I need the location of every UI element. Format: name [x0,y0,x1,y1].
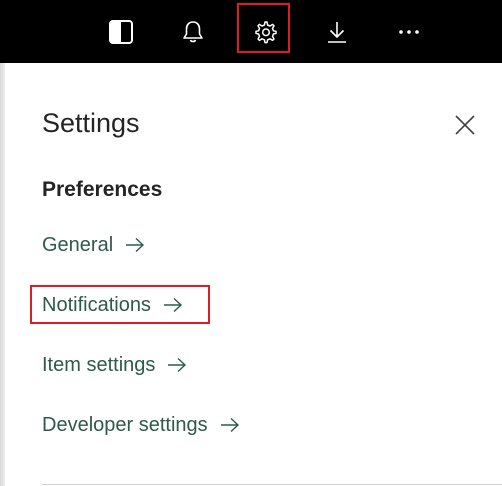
arrow-right-icon [163,297,183,313]
panel-toggle-icon[interactable] [94,0,148,63]
link-item-settings[interactable]: Item settings [42,350,187,380]
link-label: Notifications [42,293,151,316]
link-label: Item settings [42,353,156,376]
bell-icon[interactable] [166,0,220,63]
section-title-preferences: Preferences [42,178,163,201]
arrow-right-icon [167,357,187,373]
more-icon[interactable] [382,0,436,63]
panel-title: Settings [42,108,140,138]
divider [42,484,502,485]
arrow-right-icon [220,417,240,433]
link-notifications[interactable]: Notifications [42,290,183,320]
link-general[interactable]: General [42,230,145,260]
link-developer-settings[interactable]: Developer settings [42,410,240,440]
close-icon[interactable] [451,111,479,139]
arrow-right-icon [125,237,145,253]
top-toolbar [0,0,502,63]
download-icon[interactable] [310,0,364,63]
link-label: Developer settings [42,413,208,436]
gear-icon[interactable] [238,0,292,63]
settings-panel: Settings Preferences General Notificatio… [5,63,502,486]
link-label: General [42,233,114,256]
